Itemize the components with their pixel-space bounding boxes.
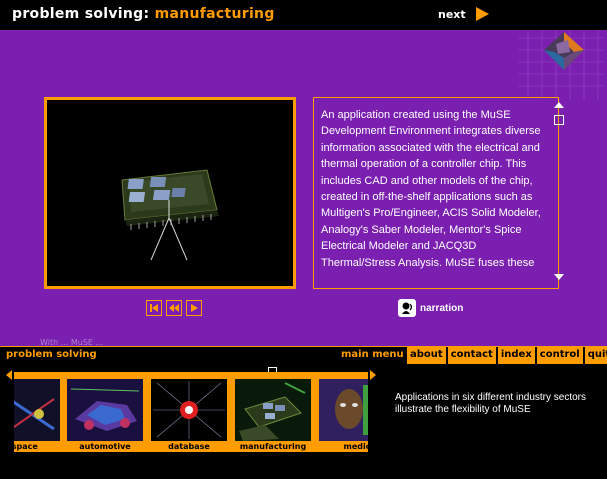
tab-index[interactable]: index [497, 347, 535, 364]
menu-tabs: about contact index control quit [407, 347, 607, 364]
thumbnail-aerospace[interactable] [14, 379, 60, 441]
thumbnail-label: ospace [14, 442, 38, 451]
thumbnail-medical[interactable] [319, 379, 368, 441]
thumbnail-label: database [168, 442, 210, 451]
video-controls [146, 300, 202, 316]
tab-control[interactable]: control [536, 347, 583, 364]
narration-label: narration [420, 302, 464, 314]
tab-quit[interactable]: quit [584, 347, 607, 364]
next-arrow-icon [475, 7, 489, 21]
carousel-left-icon[interactable] [6, 370, 12, 380]
scroll-down-icon[interactable] [554, 274, 564, 280]
nav-bar: problem solving main menu about contact … [0, 346, 607, 364]
thumbnail-manufacturing[interactable] [235, 379, 311, 441]
chip-model-image [47, 100, 293, 286]
description-panel[interactable]: An application created using the MuSE De… [313, 97, 559, 289]
play-icon [191, 304, 198, 312]
main-content: An application created using the MuSE De… [0, 30, 607, 346]
video-panel [44, 97, 296, 289]
narration-button[interactable]: narration [398, 299, 463, 317]
next-label: next [438, 7, 466, 21]
page-title: problem solving: manufacturing [12, 6, 275, 22]
decorative-cube-graphic [518, 30, 604, 100]
tab-contact[interactable]: contact [447, 347, 496, 364]
scroll-thumb[interactable] [554, 115, 564, 125]
industry-carousel: ospace automotive database manufacturing… [0, 364, 607, 479]
thumbnail-strip: ospace automotive database manufacturing… [14, 372, 368, 452]
thumbnail-label: automotive [79, 442, 131, 451]
rewind-icon [169, 304, 179, 312]
carousel-right-icon[interactable] [370, 370, 376, 380]
title-prefix: problem solving: [12, 6, 150, 22]
play-button[interactable] [186, 300, 202, 316]
faded-caption: With ... MuSE ... [40, 338, 104, 346]
main-menu-button[interactable]: main menu [341, 349, 404, 360]
first-button[interactable] [146, 300, 162, 316]
thumbnail-label: medic [343, 442, 369, 451]
first-icon [150, 304, 158, 312]
description-text: An application created using the MuSE De… [321, 109, 541, 269]
narration-icon [398, 299, 416, 317]
title-topic: manufacturing [154, 6, 275, 22]
tab-about[interactable]: about [407, 347, 446, 364]
scroll-up-icon[interactable] [554, 102, 564, 108]
thumbnail-automotive[interactable] [67, 379, 143, 441]
carousel-description: Applications in six different industry s… [395, 392, 587, 415]
description-scrollbar[interactable] [554, 102, 566, 280]
rewind-button[interactable] [166, 300, 182, 316]
next-button[interactable]: next [438, 7, 489, 21]
thumbnail-label: manufacturing [239, 442, 307, 451]
section-label: problem solving [6, 349, 97, 360]
thumbnail-database[interactable] [151, 379, 227, 441]
top-bar: problem solving: manufacturing next [0, 0, 607, 30]
